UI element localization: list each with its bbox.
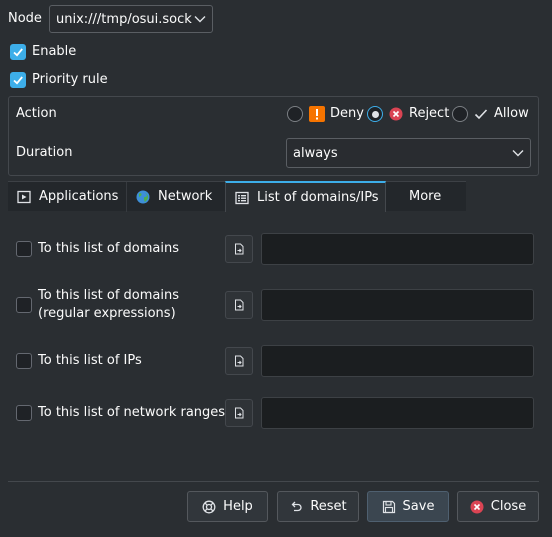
domains-list-field[interactable] <box>261 233 534 265</box>
priority-rule-checkbox[interactable] <box>10 72 26 88</box>
duration-select[interactable]: always <box>286 138 531 168</box>
tab-applications[interactable]: Applications <box>8 182 127 212</box>
open-file-icon <box>235 407 244 419</box>
tab-more-label: More <box>409 189 442 204</box>
open-file-icon <box>235 243 244 255</box>
enable-label: Enable <box>32 44 77 59</box>
domains-list-open-button[interactable] <box>225 235 253 263</box>
priority-rule-label: Priority rule <box>32 72 108 87</box>
applications-icon <box>17 190 31 204</box>
checkmark-icon <box>13 76 23 85</box>
tab-list-of-domains[interactable]: List of domains/IPs <box>225 181 386 212</box>
save-icon <box>382 500 395 513</box>
undo-icon <box>291 501 302 511</box>
ips-list-field[interactable] <box>261 345 534 377</box>
divider <box>8 481 539 482</box>
action-label: Action <box>16 106 57 121</box>
close-button[interactable]: Close <box>457 491 539 522</box>
reject-icon <box>389 107 403 121</box>
save-label: Save <box>402 498 435 514</box>
tab-applications-label: Applications <box>39 189 119 204</box>
help-button[interactable]: Help <box>187 491 268 522</box>
network-ranges-list-open-button[interactable] <box>225 399 253 427</box>
help-label: Help <box>223 498 253 514</box>
checkmark-icon <box>13 48 23 57</box>
domains-regex-list-open-button[interactable] <box>225 291 253 319</box>
duration-value: always <box>293 145 338 161</box>
warning-icon <box>309 106 325 122</box>
network-ranges-list-field[interactable] <box>261 397 534 429</box>
ips-list-label: To this list of IPs <box>38 353 142 368</box>
close-label: Close <box>490 498 527 514</box>
domains-list-label: To this list of domains <box>38 241 180 256</box>
domains-regex-list-label-line1: To this list of domains <box>38 288 180 303</box>
network-ranges-list-label: To this list of network ranges <box>38 405 226 420</box>
reject-label: Reject <box>409 106 450 121</box>
allow-label: Allow <box>494 106 529 121</box>
domains-regex-list-field[interactable] <box>261 289 534 321</box>
reject-radio[interactable] <box>367 106 383 122</box>
tab-network[interactable]: Network <box>127 182 226 212</box>
node-select[interactable]: unix:///tmp/osui.sock <box>49 5 213 33</box>
chevron-down-icon <box>512 150 524 157</box>
help-icon <box>202 500 216 513</box>
open-file-icon <box>235 355 244 367</box>
list-icon <box>235 191 249 204</box>
tab-more[interactable]: More <box>386 182 466 212</box>
save-button[interactable]: Save <box>367 491 449 522</box>
network-ranges-list-checkbox[interactable] <box>16 405 32 421</box>
node-label: Node <box>8 11 42 26</box>
tab-list-of-domains-label: List of domains/IPs <box>257 189 379 205</box>
close-icon <box>470 500 484 513</box>
domains-regex-list-checkbox[interactable] <box>16 297 32 313</box>
duration-label: Duration <box>16 145 73 160</box>
domains-regex-list-label-line2: (regular expressions) <box>38 306 176 321</box>
chevron-down-icon <box>194 16 206 23</box>
reset-button[interactable]: Reset <box>277 491 359 522</box>
reset-label: Reset <box>310 498 347 514</box>
tab-bar: Applications Network List of domains/IPs… <box>8 181 466 212</box>
deny-label: Deny <box>330 106 364 121</box>
tab-network-label: Network <box>158 189 213 204</box>
ips-list-open-button[interactable] <box>225 347 253 375</box>
check-icon <box>474 109 488 120</box>
open-file-icon <box>235 299 244 311</box>
ips-list-checkbox[interactable] <box>16 353 32 369</box>
globe-icon <box>136 190 150 204</box>
allow-radio[interactable] <box>452 106 468 122</box>
deny-radio[interactable] <box>287 106 303 122</box>
enable-checkbox[interactable] <box>10 44 26 60</box>
node-value: unix:///tmp/osui.sock <box>56 11 192 27</box>
domains-list-checkbox[interactable] <box>16 241 32 257</box>
